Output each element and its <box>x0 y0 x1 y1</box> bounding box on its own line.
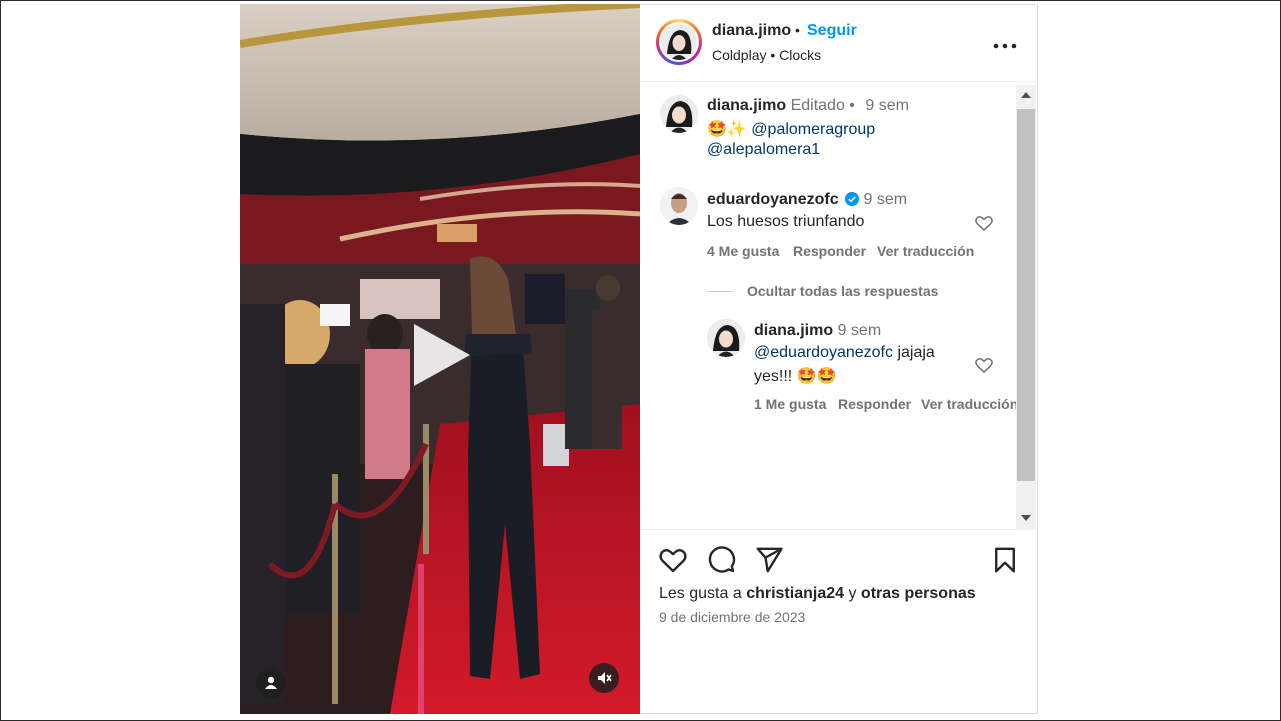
reply-text: jajaja <box>893 344 935 361</box>
caption-line-1: 🤩✨ @palomeragroup <box>707 119 875 139</box>
comment-avatar[interactable] <box>660 187 698 225</box>
other-likers-link[interactable]: otras personas <box>861 585 976 602</box>
hide-replies-button[interactable]: Ocultar todas las respuestas <box>747 283 938 299</box>
comment-time[interactable]: 9 sem <box>864 191 908 208</box>
scroll-down-arrow-icon[interactable] <box>1021 515 1031 521</box>
comment-like-heart-icon[interactable] <box>974 213 994 233</box>
reply-reply-button[interactable]: Responder <box>838 396 911 412</box>
reply-header: diana.jimo 9 sem <box>754 322 881 340</box>
music-dot: • <box>770 47 776 63</box>
liker-username[interactable]: christianja24 <box>746 585 844 602</box>
share-icon[interactable] <box>754 545 784 575</box>
replies-divider <box>707 291 733 292</box>
follow-button[interactable]: Seguir <box>807 22 857 40</box>
caption-time[interactable]: 9 sem <box>865 97 909 114</box>
separator-dot: • <box>849 97 855 114</box>
story-ring[interactable] <box>656 19 702 65</box>
comment-author[interactable]: eduardoyanezofc <box>707 191 839 208</box>
likes-summary: Les gusta a christianja24 y otras person… <box>659 585 976 603</box>
reply-avatar[interactable] <box>707 319 745 357</box>
caption-avatar[interactable] <box>660 95 698 133</box>
avatar[interactable] <box>661 24 697 60</box>
reply-time[interactable]: 9 sem <box>838 322 882 339</box>
mention-link[interactable]: @alepalomera1 <box>707 141 820 158</box>
reply-text-line-2: yes!!! 🤩🤩 <box>754 368 837 385</box>
edited-label: Editado <box>790 97 845 114</box>
post-author-username[interactable]: diana.jimo <box>712 22 791 40</box>
post-date[interactable]: 9 de diciembre de 2023 <box>659 609 805 625</box>
comment-translate-button[interactable]: Ver traducción <box>877 243 974 259</box>
reply-text-line-1: @eduardoyanezofc jajaja <box>754 344 935 362</box>
muted-audio-icon[interactable] <box>589 663 619 693</box>
bookmark-icon[interactable] <box>990 545 1020 575</box>
music-info[interactable]: Coldplay • Clocks <box>712 47 821 63</box>
caption-line-2: @alepalomera1 <box>707 141 820 159</box>
post-side-panel: diana.jimo • Seguir Coldplay • Clocks di… <box>640 4 1038 714</box>
play-icon[interactable] <box>406 320 476 390</box>
more-options-icon[interactable] <box>993 37 1017 49</box>
reply-likes-count[interactable]: 1 Me gusta <box>754 396 826 412</box>
caption-author[interactable]: diana.jimo <box>707 97 786 114</box>
comment-icon[interactable] <box>706 545 736 575</box>
reply-translate-button[interactable]: Ver traducción <box>921 396 1018 412</box>
scroll-up-arrow-icon[interactable] <box>1021 92 1031 98</box>
reply-author[interactable]: diana.jimo <box>754 322 833 339</box>
reply-like-heart-icon[interactable] <box>974 355 994 375</box>
comment-text: Los huesos triunfando <box>707 213 865 230</box>
comment-reply-button[interactable]: Responder <box>793 243 866 259</box>
likes-prefix: Les gusta a <box>659 585 742 602</box>
comment-header: eduardoyanezofc 9 sem <box>707 191 907 211</box>
caption-emojis: 🤩✨ <box>707 121 747 138</box>
comments-list[interactable]: diana.jimo Editado • 9 sem 🤩✨ @palomerag… <box>640 81 1038 530</box>
caption-header: diana.jimo Editado • 9 sem <box>707 97 909 115</box>
mention-link[interactable]: @palomeragroup <box>751 121 875 138</box>
post-video[interactable] <box>240 4 640 714</box>
post-header: diana.jimo • Seguir Coldplay • Clocks <box>640 5 1038 82</box>
scrollbar-thumb[interactable] <box>1017 109 1035 481</box>
music-artist[interactable]: Coldplay <box>712 47 766 63</box>
comments-scrollbar[interactable] <box>1016 85 1036 529</box>
separator-dot: • <box>795 22 800 38</box>
comment-likes-count[interactable]: 4 Me gusta <box>707 243 779 259</box>
music-song[interactable]: Clocks <box>779 47 821 63</box>
verified-badge-icon <box>845 192 860 211</box>
mention-link[interactable]: @eduardoyanezofc <box>754 344 893 361</box>
user-tag-icon[interactable] <box>256 668 286 698</box>
likes-and: y <box>848 585 857 602</box>
heart-icon[interactable] <box>658 545 688 575</box>
